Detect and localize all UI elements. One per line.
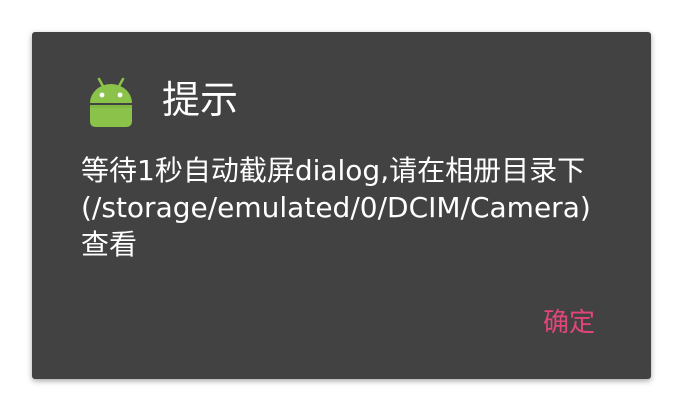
- dialog-message: 等待1秒自动截屏dialog,请在相册目录下(/storage/emulated…: [81, 154, 591, 261]
- alert-dialog: 提示 等待1秒自动截屏dialog,请在相册目录下(/storage/emula…: [32, 32, 651, 379]
- android-robot-icon: [90, 77, 132, 127]
- dialog-title: 提示: [162, 78, 239, 122]
- ok-button[interactable]: 确定: [543, 306, 595, 340]
- dialog-title-row: 提示: [82, 70, 238, 130]
